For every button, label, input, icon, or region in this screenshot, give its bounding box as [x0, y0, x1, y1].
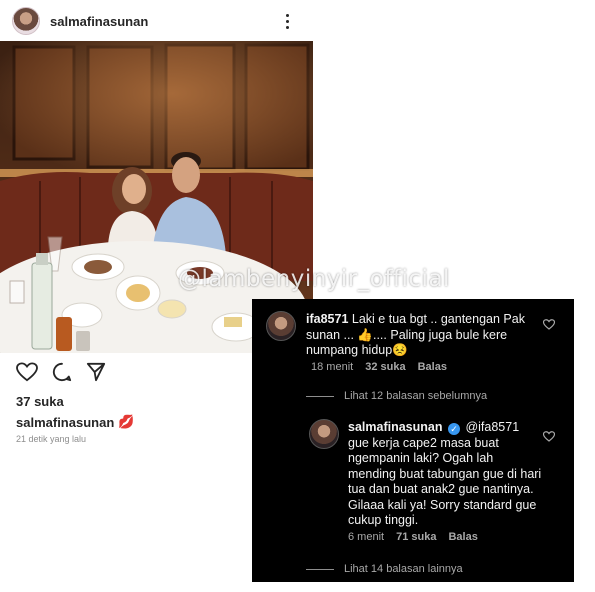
share-icon[interactable] — [86, 362, 106, 387]
reply-avatar[interactable] — [309, 419, 339, 449]
reply-like-icon[interactable] — [543, 431, 555, 442]
comment-time: 18 menit — [311, 361, 354, 373]
post-header: salmafinasunan — [12, 6, 312, 36]
comment-likes[interactable]: 32 suka — [365, 361, 405, 373]
reply-mention[interactable]: @ifa8571 — [465, 420, 519, 434]
view-previous-label: Lihat 12 balasan sebelumnya — [344, 390, 488, 402]
likes-count[interactable]: 37 suka — [16, 394, 64, 409]
reply-meta: 6 menit 71 suka Balas — [348, 531, 478, 543]
caption-username[interactable]: salmafinasunan — [16, 415, 114, 430]
comment-icon[interactable] — [52, 362, 72, 387]
post-caption: salmafinasunan 💋 — [16, 414, 134, 430]
verified-badge-icon: ✓ — [447, 423, 460, 435]
comment-body: ifa8571 Laki e tua bgt .. gantengan Pak … — [306, 312, 538, 359]
commenter-avatar[interactable] — [266, 311, 296, 341]
reply-reply-button[interactable]: Balas — [448, 531, 477, 543]
post-username[interactable]: salmafinasunan — [50, 14, 148, 29]
reply-body: salmafinasunan ✓ @ifa8571 gue kerja cape… — [348, 420, 542, 529]
view-more-replies[interactable]: Lihat 14 balasan lainnya — [306, 563, 463, 575]
comment-like-icon[interactable] — [543, 319, 555, 330]
reply-username[interactable]: salmafinasunan — [348, 420, 442, 434]
more-options-icon[interactable] — [286, 14, 289, 29]
avatar[interactable] — [12, 7, 40, 35]
reply-text: gue kerja cape2 masa buat ngempanin laki… — [348, 435, 542, 528]
view-previous-replies[interactable]: Lihat 12 balasan sebelumnya — [306, 390, 487, 402]
watermark: @lambenyinyir_official — [178, 266, 450, 292]
comment-meta: 18 menit 32 suka Balas — [311, 361, 447, 373]
reply-time: 6 menit — [348, 531, 385, 543]
post-actions — [16, 362, 106, 387]
view-more-label: Lihat 14 balasan lainnya — [344, 563, 463, 575]
reply-likes[interactable]: 71 suka — [396, 531, 436, 543]
comments-panel: ifa8571 Laki e tua bgt .. gantengan Pak … — [252, 299, 574, 582]
comment-username[interactable]: ifa8571 — [306, 312, 348, 326]
heart-icon[interactable] — [16, 362, 38, 387]
caption-emoji: 💋 — [118, 414, 135, 429]
reply-button[interactable]: Balas — [418, 361, 447, 373]
post-timestamp: 21 detik yang lalu — [16, 434, 87, 444]
